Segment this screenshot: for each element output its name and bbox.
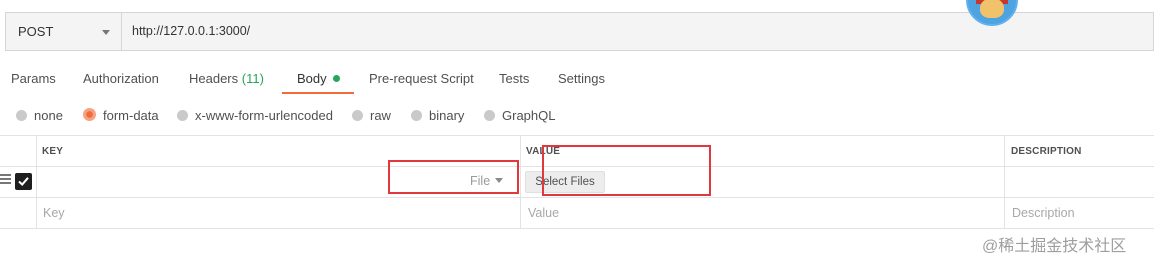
table-border-top	[0, 135, 1154, 136]
method-select[interactable]: POST	[6, 13, 122, 50]
method-label: POST	[18, 24, 54, 39]
radio-graphql[interactable]: GraphQL	[484, 108, 555, 123]
radio-dot-icon	[411, 110, 422, 121]
chevron-down-icon	[102, 30, 110, 35]
highlight-box-value	[542, 145, 711, 196]
column-header-key: KEY	[42, 146, 64, 157]
tab-headers-label: Headers	[189, 71, 239, 86]
tab-headers[interactable]: Headers (11)	[189, 71, 264, 86]
radio-form-data[interactable]: form-data	[83, 108, 159, 123]
tab-pre-request-script[interactable]: Pre-request Script	[369, 71, 474, 86]
tab-tests[interactable]: Tests	[499, 71, 529, 86]
active-dot-icon	[332, 75, 340, 82]
radio-binary[interactable]: binary	[411, 108, 464, 123]
radio-raw[interactable]: raw	[352, 108, 391, 123]
tab-headers-count: (11)	[241, 71, 264, 86]
avatar-face	[980, 0, 1004, 18]
tab-settings[interactable]: Settings	[558, 71, 605, 86]
table-border-bottom	[0, 228, 1154, 229]
radio-dot-selected-icon	[83, 108, 96, 121]
column-header-description: DESCRIPTION	[1011, 146, 1082, 157]
tab-body-label: Body	[297, 71, 327, 86]
radio-dot-icon	[177, 110, 188, 121]
table-col-divider	[520, 135, 521, 228]
tab-params[interactable]: Params	[11, 71, 56, 86]
description-input[interactable]: Description	[1012, 206, 1075, 220]
tab-authorization[interactable]: Authorization	[83, 71, 159, 86]
radio-label: form-data	[103, 108, 159, 123]
watermark: @稀土掘金技术社区	[982, 238, 1127, 255]
radio-label: raw	[370, 108, 391, 123]
table-row-divider	[0, 197, 1154, 198]
checkmark-icon	[18, 177, 29, 186]
radio-dot-icon	[484, 110, 495, 121]
radio-label: x-www-form-urlencoded	[195, 108, 333, 123]
drag-handle-icon[interactable]	[0, 174, 11, 186]
tab-body[interactable]: Body	[297, 71, 340, 86]
radio-none[interactable]: none	[16, 108, 63, 123]
table-col-divider	[1004, 135, 1005, 228]
table-col-divider	[36, 135, 37, 228]
radio-label: GraphQL	[502, 108, 556, 123]
radio-label: none	[34, 108, 63, 123]
radio-dot-icon	[352, 110, 363, 121]
key-input[interactable]: Key	[43, 206, 65, 220]
value-input[interactable]: Value	[528, 206, 559, 220]
radio-label: binary	[429, 108, 465, 123]
url-input[interactable]: http://127.0.0.1:3000/	[132, 24, 250, 38]
row-enabled-checkbox[interactable]	[15, 173, 32, 190]
radio-x-www-form-urlencoded[interactable]: x-www-form-urlencoded	[177, 108, 333, 123]
highlight-box-type	[388, 160, 519, 194]
radio-dot-icon	[16, 110, 27, 121]
active-tab-indicator	[282, 92, 354, 94]
